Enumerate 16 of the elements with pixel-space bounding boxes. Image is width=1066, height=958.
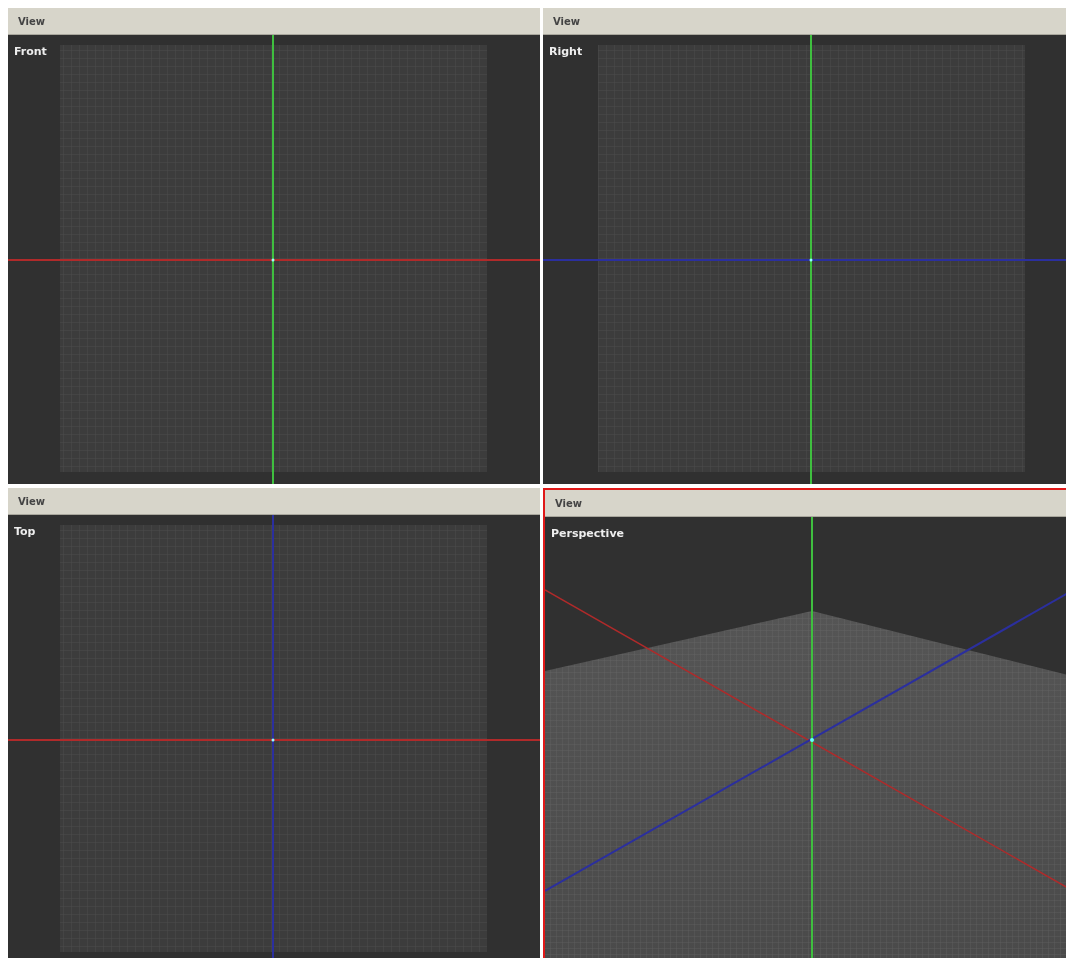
origin-dot — [809, 258, 813, 262]
view-menu[interactable]: View — [549, 15, 584, 27]
viewport-label: Perspective — [551, 527, 624, 540]
origin-dot — [271, 258, 275, 262]
viewport-panel[interactable]: View Top — [8, 488, 540, 958]
origin-dot — [810, 738, 814, 742]
viewport-panel[interactable]: View Front — [8, 8, 540, 484]
viewport-label: Front — [14, 45, 47, 58]
viewport-label: Top — [14, 525, 36, 538]
viewport-label: Right — [549, 45, 583, 58]
viewport-panel[interactable]: View Perspective — [543, 488, 1066, 958]
view-menu[interactable]: View — [14, 15, 49, 27]
view-menu[interactable]: View — [551, 497, 586, 509]
viewport-panel[interactable]: View Right — [543, 8, 1066, 484]
origin-dot — [271, 738, 275, 742]
view-menu[interactable]: View — [14, 495, 49, 507]
